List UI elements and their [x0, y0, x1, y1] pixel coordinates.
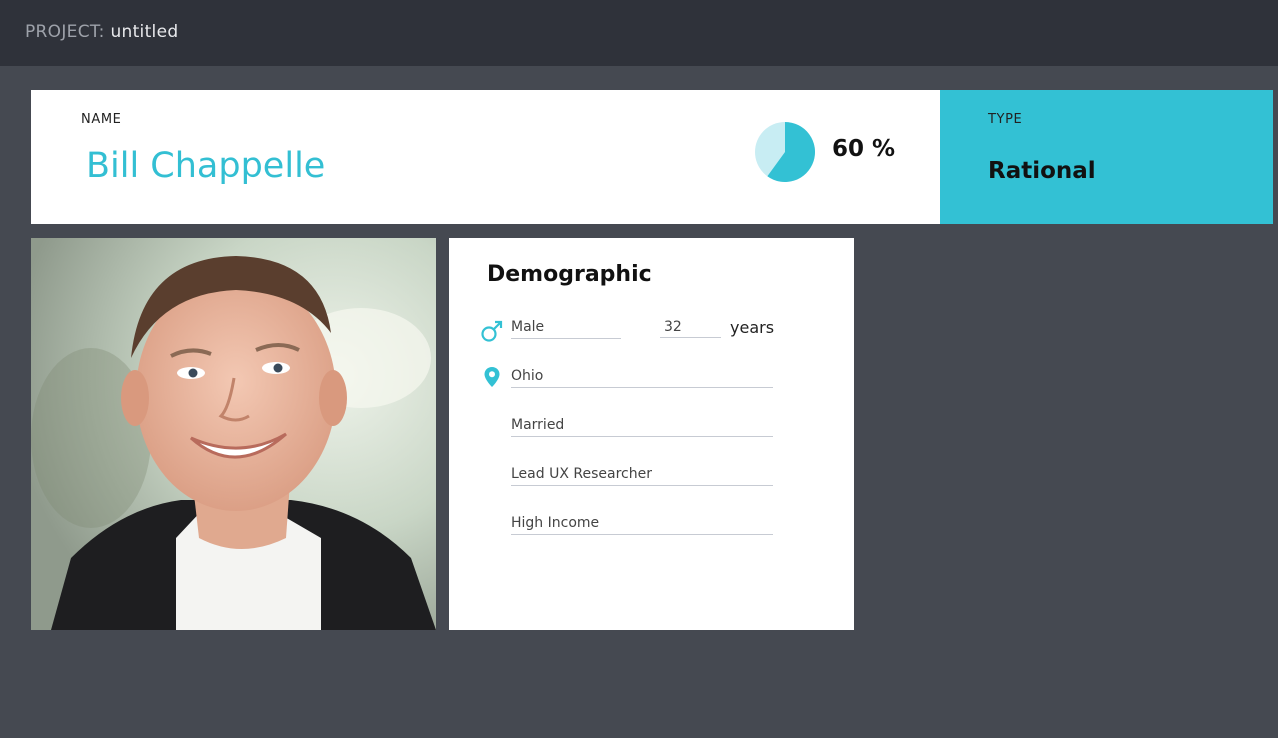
persona-type-card[interactable]: TYPE Rational: [940, 90, 1273, 224]
gender-field[interactable]: Male: [511, 316, 621, 339]
project-title: PROJECT: untitled: [25, 22, 178, 42]
portrait-image: [31, 238, 436, 630]
progress-percent: 60 %: [832, 136, 896, 162]
progress-pie-chart: [755, 122, 815, 182]
location-pin-icon: [484, 367, 500, 387]
age-field[interactable]: 32: [660, 316, 721, 338]
type-label: TYPE: [988, 112, 1023, 127]
demographic-card: Demographic Male 32 years Ohio Married L…: [449, 238, 854, 630]
persona-name-field[interactable]: Bill Chappelle: [86, 146, 325, 186]
persona-header-card: NAME Bill Chappelle 60 %: [31, 90, 940, 224]
project-name[interactable]: untitled: [110, 22, 178, 42]
name-label: NAME: [81, 112, 122, 127]
age-unit-label: years: [730, 318, 775, 337]
persona-photo[interactable]: [31, 238, 436, 630]
male-icon: [481, 320, 503, 342]
marital-status-field[interactable]: Married: [511, 414, 773, 437]
project-prefix: PROJECT:: [25, 22, 105, 42]
demographic-title: Demographic: [487, 262, 652, 287]
income-field[interactable]: High Income: [511, 512, 773, 535]
top-bar: PROJECT: untitled: [0, 0, 1278, 66]
location-field[interactable]: Ohio: [511, 365, 773, 388]
occupation-field[interactable]: Lead UX Researcher: [511, 463, 773, 486]
persona-type-value: Rational: [988, 158, 1096, 184]
